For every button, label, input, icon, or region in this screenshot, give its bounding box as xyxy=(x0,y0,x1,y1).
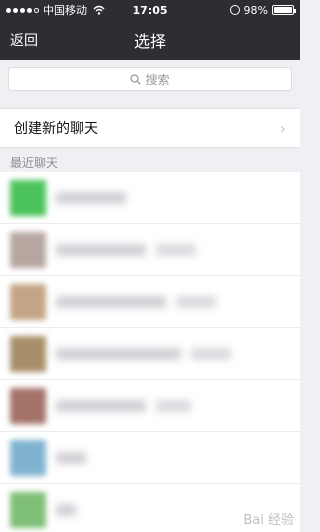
chevron-right-icon: › xyxy=(279,118,286,138)
navigation-bar: 返回 选择 xyxy=(0,20,300,60)
recent-chats-header: 最近聊天 xyxy=(10,156,59,170)
contact-name-extra xyxy=(156,400,191,412)
battery-fill xyxy=(274,7,292,13)
search-icon xyxy=(130,73,142,85)
contact-row[interactable] xyxy=(0,276,300,328)
avatar xyxy=(10,284,46,320)
create-new-chat-label: 创建新的聊天 xyxy=(14,121,98,137)
signal-icon xyxy=(6,7,39,13)
contact-name-extra xyxy=(176,296,216,308)
back-button[interactable]: 返回 xyxy=(10,30,38,50)
contact-name xyxy=(56,504,76,516)
avatar xyxy=(10,180,46,216)
avatar xyxy=(10,440,46,476)
watermark-logo: Bai 经验 xyxy=(243,513,294,528)
battery-percent: 98% xyxy=(243,3,268,17)
search-placeholder: 搜索 xyxy=(145,72,170,87)
page-title: 选择 xyxy=(133,32,166,51)
rotation-lock-icon xyxy=(229,5,240,15)
create-new-chat-item[interactable]: 创建新的聊天 › xyxy=(0,108,300,148)
search-bar: 搜索 xyxy=(0,60,300,98)
contact-name-extra xyxy=(156,244,196,256)
status-bar: 中国移动 17:05 98% xyxy=(0,0,300,20)
contact-row[interactable] xyxy=(0,432,300,484)
contact-name xyxy=(56,244,146,256)
contact-name xyxy=(56,400,146,412)
contact-row[interactable] xyxy=(0,172,300,224)
contact-row[interactable] xyxy=(0,380,300,432)
contact-row[interactable] xyxy=(0,328,300,380)
contact-name xyxy=(56,452,86,464)
search-input[interactable]: 搜索 xyxy=(8,67,292,91)
contact-row[interactable] xyxy=(0,224,300,276)
battery-icon xyxy=(272,5,296,15)
contact-name xyxy=(56,348,181,360)
wifi-icon xyxy=(93,5,105,15)
contact-name xyxy=(56,192,126,204)
avatar xyxy=(10,492,46,528)
carrier-name: 中国移动 xyxy=(43,4,87,17)
avatar xyxy=(10,336,46,372)
recent-chats-list xyxy=(0,172,300,532)
avatar xyxy=(10,232,46,268)
avatar xyxy=(10,388,46,424)
contact-name xyxy=(56,296,166,308)
contact-name-extra xyxy=(191,348,231,360)
